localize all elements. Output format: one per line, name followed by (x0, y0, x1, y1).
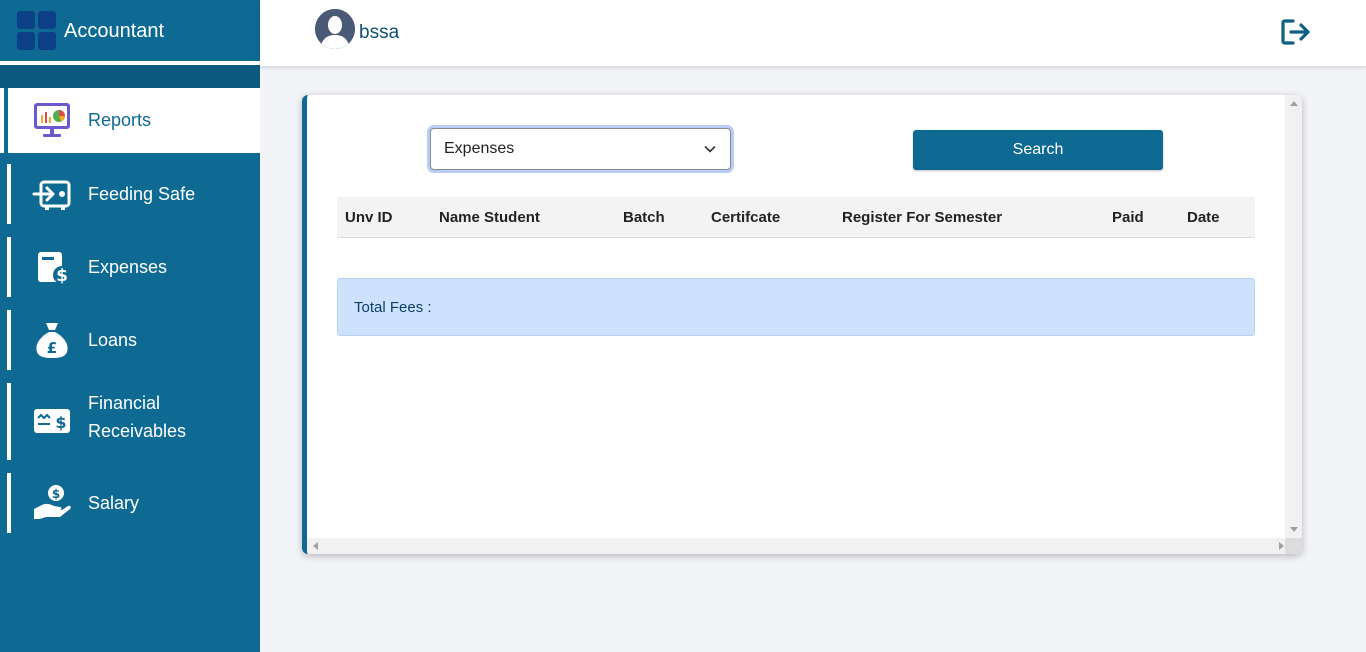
column-header[interactable]: Batch (623, 209, 665, 226)
scroll-left-icon[interactable] (313, 542, 318, 550)
sidebar-item-label: Financial Receivables (88, 393, 187, 441)
nav-indicator (7, 237, 11, 297)
sidebar-item-label: Reports (88, 110, 152, 130)
sidebar-item-label: Salary (88, 493, 140, 513)
sidebar-item-label: Expenses (88, 257, 168, 277)
report-type-value: Expenses (444, 140, 515, 157)
vertical-scrollbar[interactable] (1285, 95, 1302, 538)
total-fees-label: Total Fees : (354, 299, 432, 316)
svg-text:£: £ (47, 339, 57, 357)
nav-indicator (7, 473, 11, 533)
username: bssa (359, 22, 400, 43)
svg-text:$: $ (55, 413, 66, 432)
nav-indicator (7, 383, 11, 460)
brand: Accountant (0, 0, 260, 61)
column-header[interactable]: Name Student (439, 209, 540, 226)
reports-icon (32, 100, 72, 140)
report-card: Expenses Search Unv ID Name Student Batc… (302, 95, 1302, 554)
nav-indicator (7, 164, 11, 224)
feeding-safe-icon (32, 174, 72, 214)
svg-text:$: $ (56, 266, 68, 286)
financial-receivables-icon: $ (32, 401, 72, 441)
sidebar-item-label: Feeding Safe (88, 184, 196, 204)
total-fees-alert: Total Fees : (337, 278, 1255, 336)
column-header[interactable]: Paid (1112, 209, 1144, 226)
svg-text:$: $ (52, 487, 60, 501)
search-button[interactable]: Search (913, 130, 1163, 170)
nav-indicator (7, 310, 11, 370)
loans-icon: £ (32, 320, 72, 360)
horizontal-scrollbar[interactable] (307, 538, 1290, 554)
sidebar-item-feeding-safe[interactable]: Feeding Safe (0, 164, 260, 224)
avatar[interactable] (315, 9, 355, 49)
sidebar-item-financial-receivables[interactable]: $ Financial Receivables (0, 383, 260, 460)
sidebar-item-label: Loans (88, 330, 138, 350)
sidebar: Accountant Reports Feeding Safe $ Expens… (0, 0, 260, 652)
scroll-up-icon[interactable] (1290, 101, 1298, 106)
column-header[interactable]: Unv ID (345, 209, 393, 226)
app-logo-icon (17, 11, 57, 51)
user-avatar-icon (315, 9, 355, 49)
sidebar-item-expenses[interactable]: $ Expenses (0, 237, 260, 297)
column-header[interactable]: Certifcate (711, 209, 780, 226)
top-header: bssa (260, 0, 1366, 66)
expenses-icon: $ (32, 247, 72, 287)
logout-icon (1281, 19, 1310, 45)
logout-button[interactable] (1280, 18, 1312, 46)
app-title: Accountant (64, 20, 165, 42)
sidebar-item-reports[interactable]: Reports (0, 88, 260, 153)
column-header[interactable]: Date (1187, 209, 1220, 226)
column-header[interactable]: Register For Semester (842, 209, 1002, 226)
sidebar-item-salary[interactable]: $ Salary (0, 473, 260, 533)
salary-icon: $ (32, 483, 72, 523)
table-header: Unv ID Name Student Batch Certifcate Reg… (337, 197, 1255, 238)
report-type-select[interactable]: Expenses (430, 128, 731, 170)
active-indicator (4, 88, 8, 153)
sidebar-item-loans[interactable]: £ Loans (0, 310, 260, 370)
sidebar-header-band (0, 65, 260, 88)
scroll-right-icon[interactable] (1279, 542, 1284, 550)
scrollbar-corner (1285, 538, 1302, 554)
scroll-down-icon[interactable] (1290, 527, 1298, 532)
chevron-down-icon (704, 145, 716, 153)
